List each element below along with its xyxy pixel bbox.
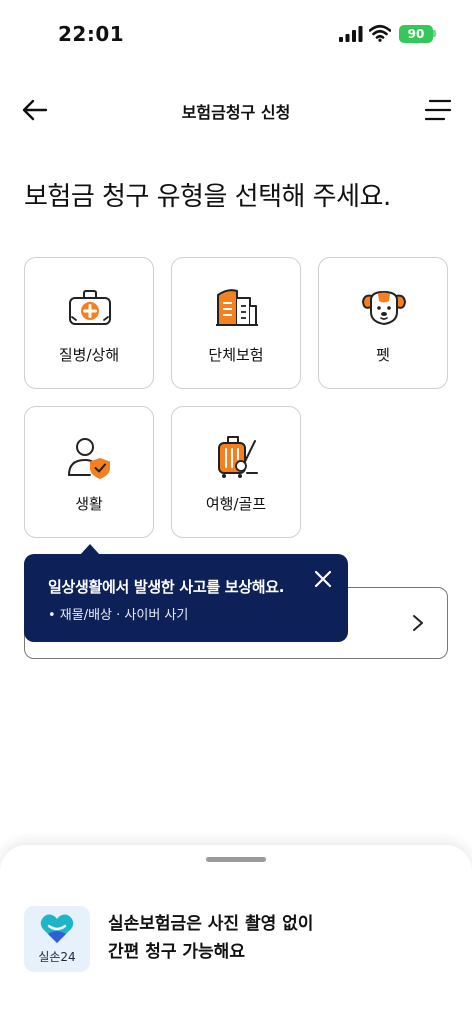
status-time: 22:01 [58, 22, 125, 46]
dog-face-icon [362, 290, 406, 326]
close-icon[interactable] [312, 568, 334, 590]
header: 보험금청구 신청 [0, 85, 472, 135]
battery-level: 90 [407, 27, 425, 41]
chevron-right-icon [413, 615, 423, 631]
sheet-drag-handle[interactable] [206, 857, 266, 862]
claim-type-label: 펫 [376, 346, 390, 364]
status-bar: 22:01 90 [0, 0, 472, 70]
person-shield-icon [68, 438, 110, 479]
battery-icon: 90 [399, 25, 433, 43]
claim-type-disease-injury[interactable]: 질병/상해 [24, 257, 154, 389]
claim-type-pet[interactable]: 펫 [318, 257, 448, 389]
tooltip-title: 일상생활에서 발생한 사고를 보상해요. [48, 578, 285, 596]
office-building-icon [216, 289, 258, 326]
sheet-promo-text[interactable]: 실손보험금은 사진 촬영 없이 간편 청구 가능해요 [108, 910, 313, 966]
signal-icon [339, 26, 363, 42]
claim-type-travel-golf[interactable]: 여행/골프 [171, 406, 301, 538]
bottom-sheet: 실손24 실손보험금은 사진 촬영 없이 간편 청구 가능해요 [0, 845, 472, 1024]
wifi-icon [369, 24, 391, 42]
page-header-title: 보험금청구 신청 [181, 103, 291, 122]
app-logo[interactable]: 실손24 [24, 906, 90, 972]
claim-type-label: 단체보험 [208, 346, 264, 364]
page-title: 보험금 청구 유형을 선택해 주세요. [24, 182, 391, 212]
tooltip: 일상생활에서 발생한 사고를 보상해요. • 재물/배상 · 사이버 사기 [24, 554, 348, 642]
app-logo-name: 실손24 [38, 950, 76, 964]
menu-icon[interactable] [424, 97, 452, 123]
claim-type-label: 여행/골프 [205, 495, 267, 513]
sheet-promo-line2: 간편 청구 가능해요 [108, 942, 245, 962]
battery-tip [433, 30, 436, 37]
claim-type-label: 질병/상해 [58, 346, 120, 364]
heart-logo-icon [40, 914, 74, 943]
sheet-promo-line1: 실손보험금은 사진 촬영 없이 [108, 914, 314, 934]
claim-type-label: 생활 [75, 495, 103, 513]
first-aid-kit-icon [69, 290, 111, 325]
claim-type-group-insurance[interactable]: 단체보험 [171, 257, 301, 389]
tooltip-bullet: • 재물/배상 · 사이버 사기 [48, 608, 189, 623]
luggage-golf-icon [218, 436, 258, 478]
claim-type-daily-life[interactable]: 생활 [24, 406, 154, 538]
